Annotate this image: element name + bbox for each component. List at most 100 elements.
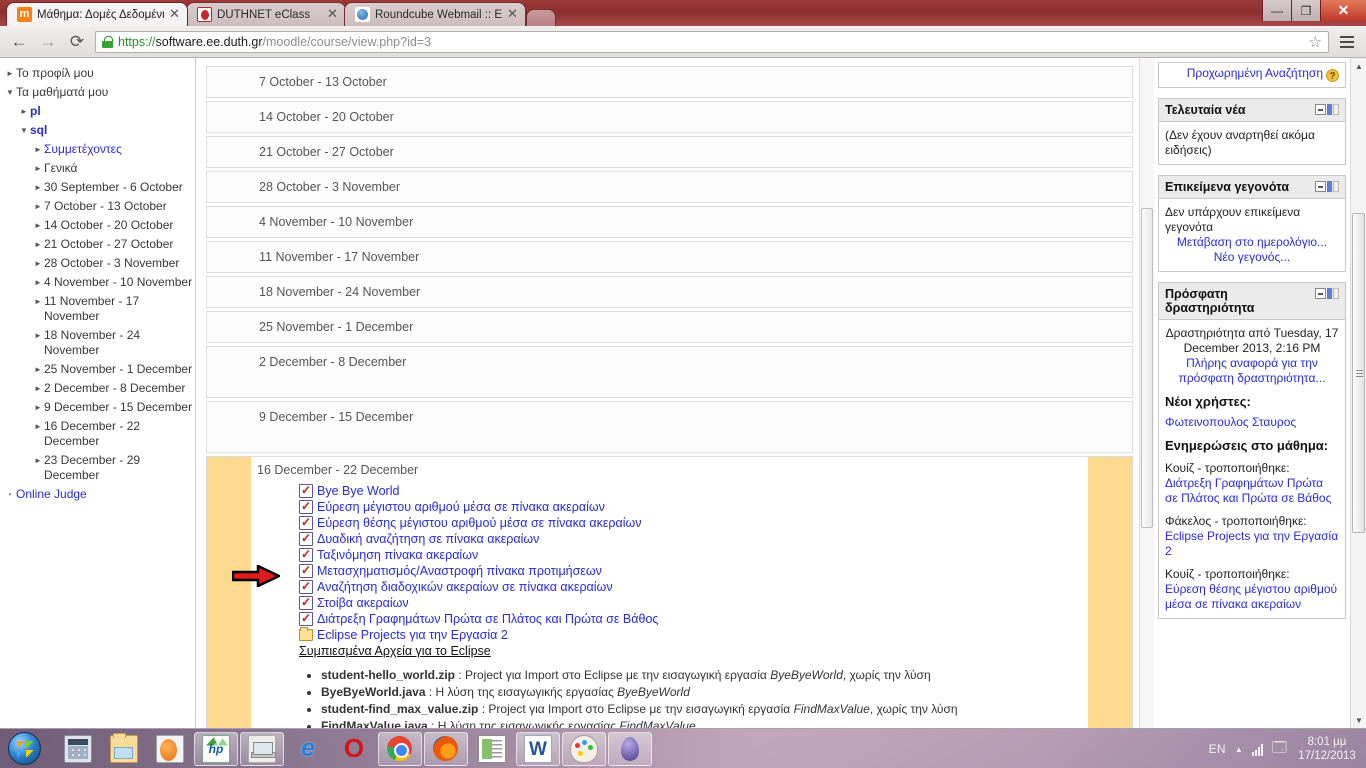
nav-tree-item[interactable]: ► 25 November - 1 December <box>4 360 193 379</box>
activity-link[interactable]: Ταξινόμηση πίνακα ακεραίων <box>317 547 478 563</box>
hide-icon[interactable] <box>1333 104 1339 115</box>
nav-tree-item[interactable]: ► 7 October - 13 October <box>4 197 193 216</box>
activity-link[interactable]: Δυαδική αναζήτηση σε πίνακα ακεραίων <box>317 531 539 547</box>
forward-button[interactable]: → <box>37 31 59 53</box>
firefox-browser-icon[interactable] <box>424 731 468 766</box>
tab-close-icon[interactable]: ✕ <box>168 7 181 21</box>
nav-tree-item[interactable]: ► 2 December - 8 December <box>4 379 193 398</box>
activity-item[interactable]: Μετασχηματισμός/Αναστροφή πίνακα προτιμή… <box>299 562 1088 579</box>
activity-link[interactable]: Αναζήτηση διαδοχικών ακεραίων σε πίνακα … <box>317 579 613 595</box>
week-section[interactable]: 4 November - 10 November <box>206 206 1133 238</box>
browser-tab-2[interactable]: Roundcube Webmail :: Εισ ✕ <box>344 2 526 26</box>
activity-item[interactable]: Διάτρεξη Γραφημάτων Πρώτα σε Πλάτος και … <box>299 610 1088 627</box>
course-update-link[interactable]: Διάτρεξη Γραφημάτων Πρώτα σε Πλάτος και … <box>1165 476 1331 505</box>
nav-tree-item[interactable]: ► 9 December - 15 December <box>4 398 193 417</box>
activity-link[interactable]: Εύρεση μέγιστου αριθμού μέσα σε πίνακα α… <box>317 499 605 515</box>
leaf-bullet-icon[interactable]: ▪ <box>4 487 16 502</box>
activity-link[interactable]: Bye Bye World <box>317 483 399 499</box>
reload-button[interactable]: ⟳ <box>66 31 88 53</box>
chevron-right-icon[interactable]: ► <box>32 256 44 271</box>
star-icon[interactable]: ☆ <box>1309 33 1322 51</box>
restore-button[interactable]: ❐ <box>1291 0 1320 21</box>
activity-item[interactable]: Δυαδική αναζήτηση σε πίνακα ακεραίων <box>299 530 1088 547</box>
chevron-right-icon[interactable]: ► <box>32 199 44 214</box>
new-user-link[interactable]: Φωτεινοπουλος Σταυρος <box>1165 415 1296 429</box>
chevron-right-icon[interactable]: ► <box>32 294 44 309</box>
laptop-utility-icon[interactable] <box>240 731 284 766</box>
advanced-search-link[interactable]: Προχωρημένη Αναζήτηση <box>1187 66 1323 80</box>
chevron-down-icon[interactable]: ▼ <box>4 85 16 100</box>
close-button[interactable]: ✕ <box>1320 0 1366 21</box>
files-subheading[interactable]: Συμπιεσμένα Αρχεία για το Eclipse <box>257 644 1088 658</box>
chevron-right-icon[interactable]: ► <box>32 142 44 157</box>
chevron-right-icon[interactable]: ► <box>32 161 44 176</box>
nav-tree-item[interactable]: ► 14 October - 20 October <box>4 216 193 235</box>
paint-icon[interactable] <box>562 731 606 766</box>
inner-scrollbar-thumb[interactable] <box>1141 208 1153 528</box>
chevron-right-icon[interactable]: ► <box>32 237 44 252</box>
nav-tree-item[interactable]: ► 18 November - 24 November <box>4 326 193 360</box>
browser-tab-1[interactable]: DUTHNET eClass ✕ <box>186 2 346 26</box>
nav-tree-item[interactable]: ▼ sql <box>4 121 193 140</box>
chevron-right-icon[interactable]: ► <box>32 419 44 434</box>
hide-icon[interactable] <box>1333 288 1339 299</box>
hamburger-menu-icon[interactable] <box>1336 31 1358 53</box>
internet-explorer-icon[interactable] <box>286 732 330 766</box>
nav-tree-item[interactable]: ► 28 October - 3 November <box>4 254 193 273</box>
dock-icon[interactable] <box>1327 288 1332 299</box>
nav-tree-item[interactable]: ► 30 September - 6 October <box>4 178 193 197</box>
nav-tree-item-label[interactable]: sql <box>30 123 47 138</box>
nav-tree-item-label[interactable]: Online Judge <box>16 487 87 502</box>
week-section[interactable]: 9 December - 15 December <box>206 401 1133 453</box>
activity-link[interactable]: Eclipse Projects για την Εργασία 2 <box>317 627 508 643</box>
activity-link[interactable]: Εύρεση θέσης μέγιστου αριθμού μέσα σε πί… <box>317 515 642 531</box>
nav-tree-item-label[interactable]: pl <box>30 104 41 119</box>
nav-tree-item[interactable]: ► 11 November - 17 November <box>4 292 193 326</box>
google-chrome-icon[interactable] <box>378 731 422 766</box>
scroll-up-icon[interactable]: ▲ <box>1351 58 1366 74</box>
media-player-icon[interactable] <box>148 732 192 766</box>
show-hidden-icons-icon[interactable]: ▲ <box>1235 745 1243 754</box>
nav-tree-item[interactable]: ► 21 October - 27 October <box>4 235 193 254</box>
inner-scrollbar[interactable] <box>1139 58 1154 728</box>
minimize-icon[interactable] <box>1315 104 1326 115</box>
dock-icon[interactable] <box>1327 181 1332 192</box>
scrollbar-thumb[interactable] <box>1352 213 1365 533</box>
chevron-right-icon[interactable]: ► <box>32 453 44 468</box>
activity-item[interactable]: Bye Bye World <box>299 482 1088 499</box>
activity-item[interactable]: Εύρεση θέσης μέγιστου αριθμού μέσα σε πί… <box>299 514 1088 531</box>
week-section[interactable]: 11 November - 17 November <box>206 241 1133 273</box>
activity-link[interactable]: Διάτρεξη Γραφημάτων Πρώτα σε Πλάτος και … <box>317 611 658 627</box>
address-bar[interactable]: https:// software.ee.duth.gr /moodle/cou… <box>95 30 1329 53</box>
week-section[interactable]: 2 December - 8 December <box>206 346 1133 398</box>
course-update-link[interactable]: Eclipse Projects για την Εργασία 2 <box>1165 529 1338 558</box>
nav-tree-item-label[interactable]: Συμμετέχοντες <box>44 142 122 157</box>
chevron-right-icon[interactable]: ► <box>32 218 44 233</box>
week-section[interactable]: 25 November - 1 December <box>206 311 1133 343</box>
full-report-link[interactable]: Πλήρης αναφορά για την πρόσφατη δραστηρι… <box>1179 356 1326 385</box>
nav-tree-item[interactable]: ► 4 November - 10 November <box>4 273 193 292</box>
java-app-icon[interactable] <box>608 731 652 766</box>
activity-item[interactable]: Ταξινόμηση πίνακα ακεραίων <box>299 546 1088 563</box>
action-center-icon[interactable]: 🗔 <box>1272 737 1287 761</box>
week-section[interactable]: 28 October - 3 November <box>206 171 1133 203</box>
hp-support-icon[interactable] <box>194 731 238 766</box>
week-section[interactable]: 21 October - 27 October <box>206 136 1133 168</box>
wifi-signal-icon[interactable] <box>1251 743 1263 756</box>
chevron-right-icon[interactable]: ► <box>32 275 44 290</box>
tab-close-icon[interactable]: ✕ <box>506 7 519 21</box>
minimize-button[interactable]: — <box>1262 0 1291 21</box>
back-button[interactable]: ← <box>8 31 30 53</box>
browser-tab-0[interactable]: Μάθημα: Δομές Δεδομένι ✕ <box>6 2 188 26</box>
activity-link[interactable]: Μετασχηματισμός/Αναστροφή πίνακα προτιμή… <box>317 563 602 579</box>
notepad-icon[interactable] <box>470 732 514 766</box>
course-update-link[interactable]: Εύρεση θέσης μέγιστου αριθμού μέσα σε πί… <box>1165 582 1337 611</box>
chevron-right-icon[interactable]: ► <box>32 328 44 343</box>
nav-tree-item[interactable]: ► pl <box>4 102 193 121</box>
activity-item[interactable]: Eclipse Projects για την Εργασία 2 <box>299 627 1088 643</box>
chevron-right-icon[interactable]: ► <box>32 381 44 396</box>
file-explorer-icon[interactable] <box>102 732 146 766</box>
calculator-icon[interactable] <box>56 732 100 766</box>
activity-item[interactable]: Αναζήτηση διαδοχικών ακεραίων σε πίνακα … <box>299 578 1088 595</box>
new-tab-button[interactable] <box>526 9 556 26</box>
